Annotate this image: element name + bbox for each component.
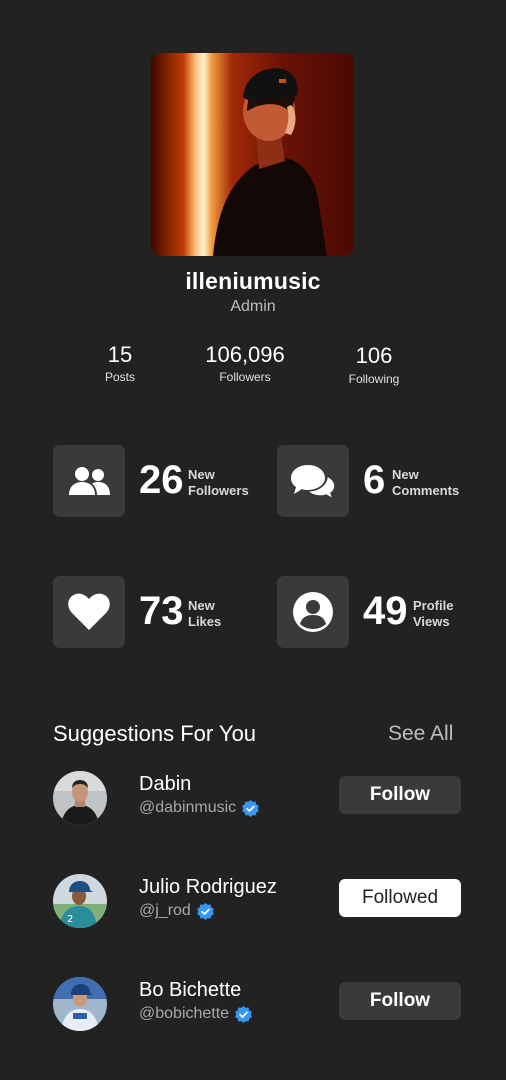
- heart-icon: [68, 593, 110, 630]
- activity-new-comments[interactable]: 6 New Comments: [277, 445, 487, 517]
- suggestion-item: Bo Bichette @bobichette Follow: [0, 977, 506, 1037]
- followed-button[interactable]: Followed: [339, 879, 461, 917]
- activity-icon-box: [277, 576, 349, 648]
- suggestion-name: Bo Bichette: [139, 979, 242, 1001]
- avatar[interactable]: 2: [53, 874, 107, 928]
- user-circle-icon: [293, 592, 333, 632]
- activity-new-likes[interactable]: 73 New Likes: [53, 576, 263, 648]
- verified-badge-icon: [196, 902, 214, 920]
- suggestion-handle: @bobichette: [139, 1005, 230, 1022]
- profile-photo[interactable]: [151, 53, 354, 256]
- activity-value: 6: [363, 458, 386, 502]
- avatar[interactable]: [53, 977, 107, 1031]
- activity-value: 49: [363, 589, 408, 633]
- suggestion-handle-row: @dabinmusic: [139, 799, 260, 817]
- stat-label: Posts: [104, 370, 135, 384]
- suggestion-item: 2 Julio Rodriguez @j_rod Followed: [0, 874, 506, 934]
- stat-followers[interactable]: 106,096 Followers: [185, 341, 305, 384]
- stat-value: 106: [355, 343, 393, 368]
- follow-button[interactable]: Follow: [339, 982, 461, 1020]
- activity-profile-views[interactable]: 49 Profile Views: [277, 576, 487, 648]
- activity-label: Profile Views: [413, 598, 454, 629]
- activity-new-followers[interactable]: 26 New Followers: [53, 445, 263, 517]
- suggestion-handle: @dabinmusic: [139, 799, 237, 816]
- activity-icon-box: [277, 445, 349, 517]
- suggestion-handle-row: @bobichette: [139, 1005, 252, 1023]
- stat-value: 15: [107, 342, 133, 367]
- activity-label: New Comments: [392, 467, 460, 498]
- activity-value: 26: [139, 458, 184, 502]
- suggestion-name: Julio Rodriguez: [139, 876, 277, 898]
- profile-role: Admin: [230, 298, 276, 315]
- stat-following[interactable]: 106 Following: [334, 342, 414, 386]
- suggestion-item: Dabin @dabinmusic Follow: [0, 771, 506, 831]
- activity-value: 73: [139, 589, 184, 633]
- activity-icon-box: [53, 576, 125, 648]
- activity-icon-box: [53, 445, 125, 517]
- stat-label: Following: [348, 372, 400, 386]
- profile-username: illeniumusic: [185, 268, 321, 294]
- follow-button[interactable]: Follow: [339, 776, 461, 814]
- suggestion-handle-row: @j_rod: [139, 902, 214, 920]
- activity-label: New Followers: [188, 467, 249, 498]
- svg-text:2: 2: [67, 914, 73, 925]
- suggestions-title: Suggestions For You: [53, 721, 257, 746]
- suggestion-name: Dabin: [139, 773, 192, 795]
- profile-dashboard: illeniumusic Admin 15 Posts 106,096 Foll…: [0, 0, 506, 1080]
- avatar[interactable]: [53, 771, 107, 825]
- suggestion-handle: @j_rod: [139, 902, 191, 919]
- verified-badge-icon: [242, 799, 260, 817]
- activity-label: New Likes: [188, 598, 222, 629]
- users-icon: [69, 467, 110, 495]
- stat-posts[interactable]: 15 Posts: [90, 341, 150, 384]
- stat-label: Followers: [219, 370, 271, 384]
- comments-icon: [291, 465, 336, 499]
- verified-badge-icon: [235, 1005, 252, 1023]
- stat-value: 106,096: [205, 342, 285, 367]
- see-all-link[interactable]: See All: [388, 722, 453, 746]
